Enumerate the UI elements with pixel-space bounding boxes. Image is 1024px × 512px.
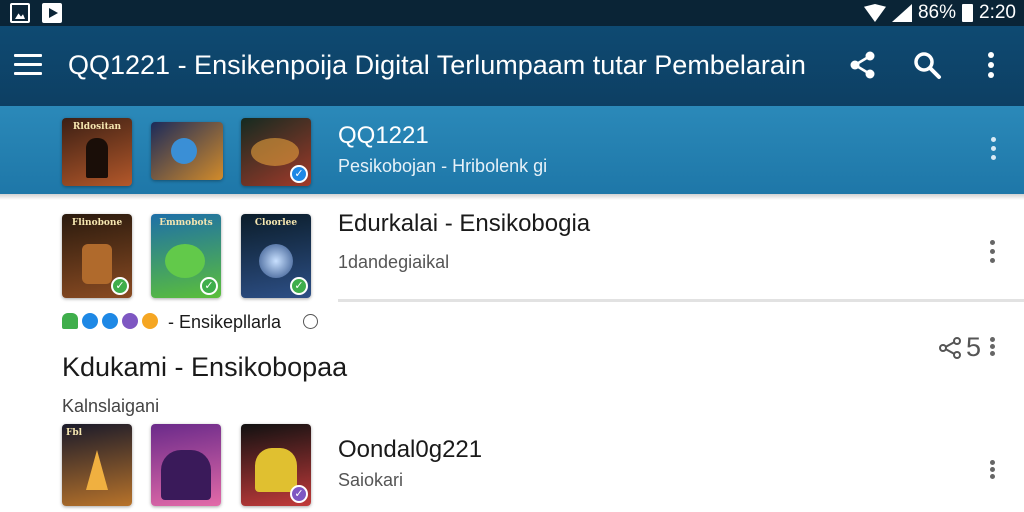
share-count[interactable]: 5 [938, 332, 981, 363]
status-bar: 86% 2:20 [0, 0, 1024, 26]
circle-icon [142, 313, 158, 329]
app-thumbnail[interactable] [151, 122, 223, 180]
share-icon [939, 336, 961, 359]
divider [338, 299, 1024, 302]
battery-icon [962, 4, 974, 22]
list-item-subtitle: Pesikobojan - Hribolenk gi [338, 156, 548, 176]
app-thumbnail[interactable]: Fbl [62, 424, 132, 506]
circle-icon [122, 313, 138, 329]
list-item-selected[interactable]: Rldositan ✓ QQ1221 Pesikobojan - Hribole… [0, 106, 1024, 194]
rating-icons [62, 313, 158, 329]
row-shadow [0, 194, 1024, 200]
circle-icon [102, 313, 118, 329]
list-item-title: QQ1221 [338, 122, 429, 149]
menu-icon[interactable] [14, 54, 42, 76]
verified-icon: ✓ [290, 165, 308, 183]
info-icon[interactable] [303, 314, 318, 329]
app-bar: QQ1221 - Ensikenpoija Digital Terlumpaam… [0, 26, 1024, 106]
status-right: 86% 2:20 [863, 0, 1016, 26]
check-icon: ✓ [200, 277, 218, 295]
clock: 2:20 [979, 2, 1016, 23]
app-thumbnail[interactable]: ✓ [241, 424, 311, 506]
signal-icon [891, 4, 912, 22]
battery-percent: 86% [917, 2, 957, 23]
more-vert-icon[interactable] [976, 50, 1006, 80]
more-vert-icon[interactable] [990, 460, 996, 484]
verified-icon: ✓ [290, 485, 308, 503]
share-icon[interactable] [848, 50, 878, 80]
list-item-title: Edurkalai - Ensikobogia [338, 210, 591, 237]
more-vert-icon[interactable] [991, 137, 997, 161]
more-vert-icon[interactable] [990, 337, 996, 361]
search-icon[interactable] [912, 50, 942, 80]
list-item-subtitle: Saiokari [338, 470, 404, 490]
app-thumbnail[interactable]: Emmobots ✓ [151, 214, 221, 298]
app-thumbnail[interactable]: Flinobone ✓ [62, 214, 132, 298]
section-subtitle: Kalnslaigani [62, 396, 160, 416]
check-icon: ✓ [111, 277, 129, 295]
section-title: Kdukami - Ensikobopaa [62, 352, 348, 382]
app-thumbnail[interactable]: ✓ [241, 118, 311, 186]
app-thumbnail[interactable]: Rldositan [62, 118, 132, 186]
more-vert-icon[interactable] [990, 240, 996, 264]
rating-text: - Ensikepllarla [168, 312, 282, 332]
page-title: QQ1221 - Ensikenpoija Digital Terlumpaam… [68, 50, 806, 80]
list-item-subtitle: 1dandegiaikal [338, 252, 450, 272]
android-icon [62, 313, 78, 329]
wifi-icon [863, 4, 886, 22]
check-icon: ✓ [290, 277, 308, 295]
app-thumbnail[interactable] [151, 424, 221, 506]
play-store-icon [42, 3, 62, 23]
list-item-title: Oondal0g221 [338, 436, 483, 463]
image-icon [10, 3, 30, 23]
app-thumbnail[interactable]: Cloorlee ✓ [241, 214, 311, 298]
circle-icon [82, 313, 98, 329]
